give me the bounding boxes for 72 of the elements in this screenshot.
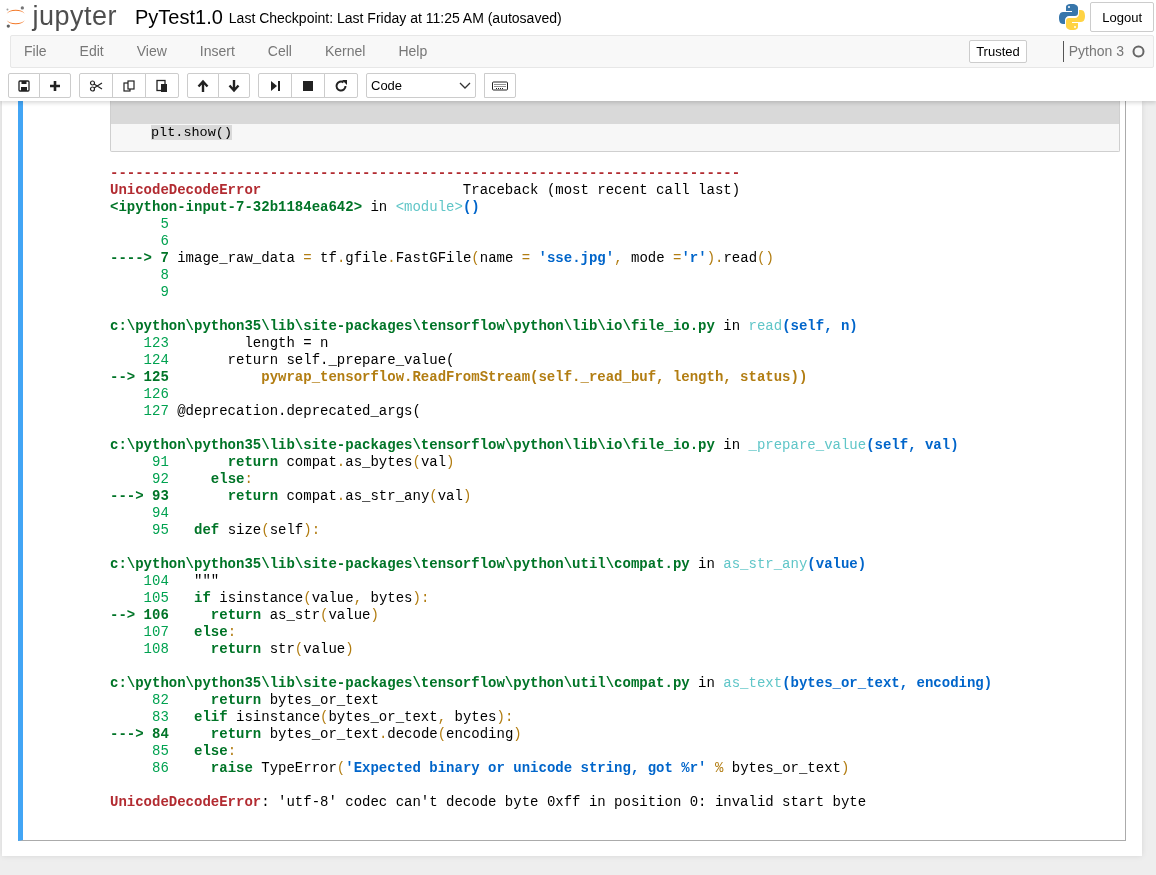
traceback-line: 8 xyxy=(159,267,170,284)
arrow-up-icon xyxy=(196,78,210,93)
traceback-line: c:\python\python35\lib\site-packages\tensorflow\python\lib\io\file_io.py in read(self, n) xyxy=(110,318,859,335)
cell-type-dropdown[interactable]: Code xyxy=(366,73,476,98)
traceback-line: 6 xyxy=(159,233,170,250)
traceback-line: 126 xyxy=(142,386,170,403)
traceback-line: 127 @deprecation.deprecated_args( xyxy=(142,403,422,420)
traceback-line: --> 106 return as_str(value) xyxy=(110,607,380,624)
paste-icon xyxy=(155,78,169,93)
save-icon xyxy=(17,78,31,93)
menu-item[interactable]: Edit xyxy=(79,41,104,62)
run-button[interactable] xyxy=(258,73,292,98)
menu-item[interactable]: Cell xyxy=(267,41,292,62)
save-button[interactable] xyxy=(8,73,40,98)
logo-text[interactable]: jupyter xyxy=(32,3,117,30)
traceback-line: <ipython-input-7-32b1184ea642> in <module>() xyxy=(110,199,481,216)
traceback-line: 123 length = n xyxy=(142,335,330,352)
traceback-line: --------------------------------------------------------------------------- xyxy=(110,165,742,182)
plus-icon xyxy=(48,78,62,93)
notebook-cell[interactable] xyxy=(18,100,1126,841)
kernel-name: Python 3 xyxy=(1062,41,1124,62)
traceback-line: c:\python\python35\lib\site-packages\tensorflow\python\util\compat.py in as_str_any(value) xyxy=(110,556,868,573)
restart-icon xyxy=(334,78,348,93)
move-down-button[interactable] xyxy=(218,73,250,98)
traceback-line: ---> 84 return bytes_or_text.decode(encoding) xyxy=(110,726,523,743)
logout-button[interactable]: Logout xyxy=(1090,1,1154,32)
paste-button[interactable] xyxy=(145,73,179,98)
traceback-line: c:\python\python35\lib\site-packages\tensorflow\python\lib\io\file_io.py in _prepare_value(self, val) xyxy=(110,437,960,454)
menu-item[interactable]: Help xyxy=(398,41,428,62)
traceback-line: 94 xyxy=(151,505,170,522)
menu-item[interactable]: Insert xyxy=(199,41,235,62)
menu-item[interactable]: View xyxy=(136,41,167,62)
trusted-indicator[interactable]: Trusted xyxy=(969,39,1027,64)
checkpoint-status: Last Checkpoint: Last Friday at 11:25 AM (autosaved) xyxy=(228,9,562,28)
traceback-line: 107 else: xyxy=(142,624,238,641)
traceback-line: 83 elif isinstance(bytes_or_text, bytes): xyxy=(151,709,515,726)
move-up-button[interactable] xyxy=(187,73,219,98)
traceback-line: 124 return self._prepare_value( xyxy=(142,352,456,369)
traceback-line: ---> 93 return compat.as_str_any(val) xyxy=(110,488,473,505)
chevron-down-icon xyxy=(459,81,471,90)
traceback-line: --> 125 pywrap_tensorflow.ReadFromStream(self._read_buf, length, status)) xyxy=(110,369,809,386)
traceback-line: 92 else: xyxy=(151,471,254,488)
traceback-line: 5 xyxy=(159,216,170,233)
cut-button[interactable] xyxy=(79,73,113,98)
traceback-line: 9 xyxy=(159,284,170,301)
stop-icon xyxy=(301,78,315,93)
copy-icon xyxy=(122,78,136,93)
traceback-line: UnicodeDecodeError Traceback (most recent call last) xyxy=(110,182,742,199)
traceback-line: 95 def size(self): xyxy=(151,522,322,539)
shortcuts-button[interactable] xyxy=(484,73,516,98)
traceback-line: ----> 7 image_raw_data = tf.gfile.FastGFile(name = 'sse.jpg', mode ='r').read() xyxy=(110,250,775,267)
code-input[interactable]: plt.show() xyxy=(110,100,1120,152)
arrow-down-icon xyxy=(227,78,241,93)
traceback-line: 104 """ xyxy=(142,573,221,590)
menu-item[interactable]: Kernel xyxy=(324,41,366,62)
traceback-line: 86 raise TypeError('Expected binary or unicode string, got %r' % bytes_or_text) xyxy=(151,760,851,777)
traceback-line: 82 return bytes_or_text xyxy=(151,692,380,709)
restart-button[interactable] xyxy=(324,73,358,98)
traceback-line: 105 if isinstance(value, bytes): xyxy=(142,590,431,607)
keyboard-icon xyxy=(492,78,508,93)
notebook-title[interactable]: PyTest1.0 xyxy=(135,1,223,32)
menu-item[interactable]: File xyxy=(24,41,47,62)
traceback-line: 85 else: xyxy=(151,743,238,760)
traceback-line: UnicodeDecodeError: 'utf-8' codec can't decode byte 0xff in position 0: invalid start byte xyxy=(110,794,868,811)
scissors-icon xyxy=(89,78,103,93)
traceback-line: c:\python\python35\lib\site-packages\tensorflow\python\util\compat.py in as_text(bytes_or_text, encoding) xyxy=(110,675,994,692)
copy-button[interactable] xyxy=(112,73,146,98)
traceback-line: 91 return compat.as_bytes(val) xyxy=(151,454,456,471)
traceback-line: 108 return str(value) xyxy=(142,641,355,658)
interrupt-button[interactable] xyxy=(291,73,325,98)
run-icon xyxy=(268,78,282,93)
insert-cell-button[interactable] xyxy=(39,73,71,98)
